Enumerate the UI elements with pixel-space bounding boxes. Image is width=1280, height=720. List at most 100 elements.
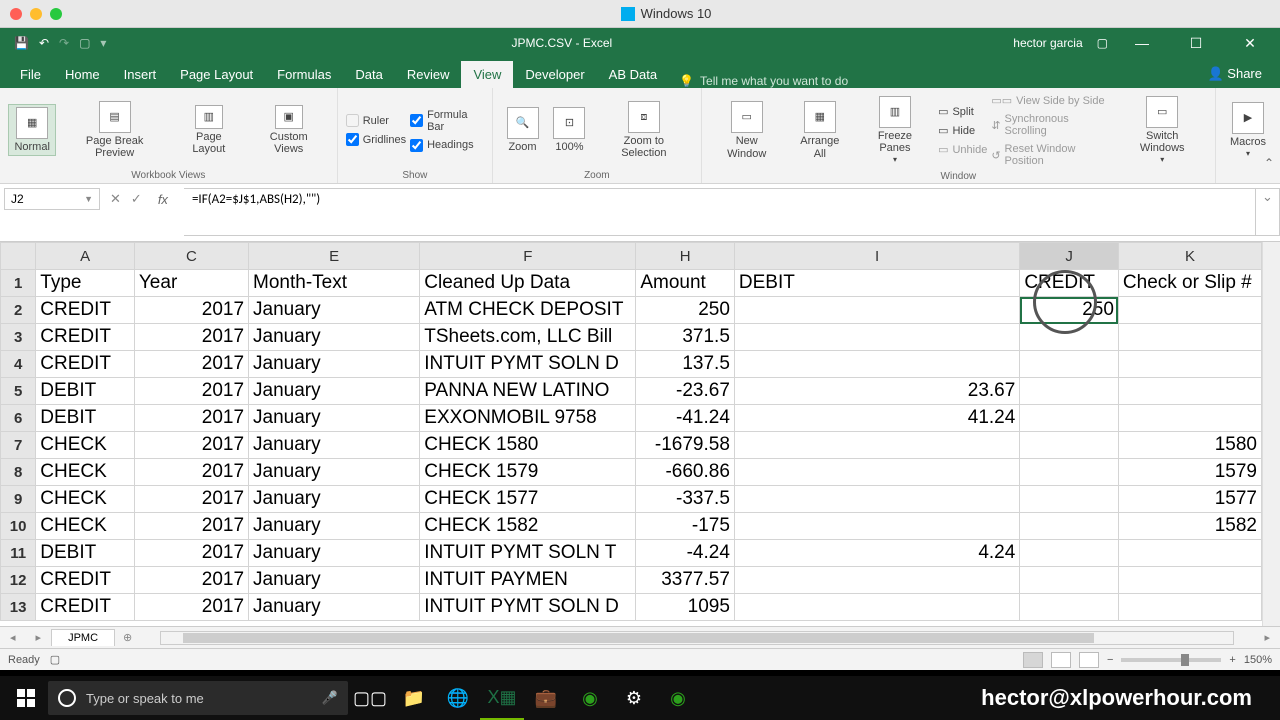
mac-close-button[interactable] [10, 8, 22, 20]
cell-F5[interactable]: PANNA NEW LATINO [420, 378, 636, 405]
select-all-corner[interactable] [1, 243, 36, 270]
cell-I9[interactable] [734, 486, 1019, 513]
cell-A9[interactable]: CHECK [36, 486, 135, 513]
cell-E4[interactable]: January [249, 351, 420, 378]
minimize-button[interactable]: — [1122, 35, 1162, 51]
cell-H1[interactable]: Amount [636, 270, 735, 297]
page-layout-button[interactable]: ▥Page Layout [173, 103, 245, 157]
cell-K1[interactable]: Check or Slip # [1118, 270, 1261, 297]
mac-minimize-button[interactable] [30, 8, 42, 20]
cell-K2[interactable] [1118, 297, 1261, 324]
cell-E6[interactable]: January [249, 405, 420, 432]
app-icon[interactable]: 💼 [524, 676, 568, 720]
row-header-2[interactable]: 2 [1, 297, 36, 324]
row-header-8[interactable]: 8 [1, 459, 36, 486]
cell-H13[interactable]: 1095 [636, 594, 735, 621]
cell-C13[interactable]: 2017 [134, 594, 248, 621]
zoom-level[interactable]: 150% [1244, 654, 1272, 666]
undo-icon[interactable]: ↶ [39, 36, 49, 50]
name-box[interactable]: J2▼ [4, 188, 100, 210]
zoom-in-button[interactable]: + [1229, 654, 1235, 666]
share-button[interactable]: 👤 Share [1198, 60, 1273, 88]
row-header-3[interactable]: 3 [1, 324, 36, 351]
file-explorer-icon[interactable]: 📁 [392, 676, 436, 720]
enter-formula-icon[interactable]: ✓ [131, 191, 142, 207]
qat-more-icon[interactable]: ▾ [100, 36, 106, 50]
fx-icon[interactable]: fx [152, 192, 174, 207]
row-header-1[interactable]: 1 [1, 270, 36, 297]
cell-F10[interactable]: CHECK 1582 [420, 513, 636, 540]
cell-H4[interactable]: 137.5 [636, 351, 735, 378]
cell-H11[interactable]: -4.24 [636, 540, 735, 567]
cell-I2[interactable] [734, 297, 1019, 324]
cell-I8[interactable] [734, 459, 1019, 486]
row-header-9[interactable]: 9 [1, 486, 36, 513]
mic-icon[interactable]: 🎤 [322, 690, 338, 706]
cell-F13[interactable]: INTUIT PYMT SOLN D [420, 594, 636, 621]
mac-maximize-button[interactable] [50, 8, 62, 20]
cell-C4[interactable]: 2017 [134, 351, 248, 378]
zoom-100-button[interactable]: ⊡100% [548, 105, 591, 155]
normal-view-button[interactable]: ▦Normal [8, 104, 56, 156]
cell-A7[interactable]: CHECK [36, 432, 135, 459]
tab-nav-prev[interactable]: ◂ [0, 631, 26, 644]
ribbon-tab-data[interactable]: Data [343, 61, 394, 88]
cell-C5[interactable]: 2017 [134, 378, 248, 405]
zoom-to-selection-button[interactable]: ⧈Zoom to Selection [595, 99, 693, 161]
horizontal-scrollbar[interactable] [160, 631, 1234, 645]
cell-C11[interactable]: 2017 [134, 540, 248, 567]
cell-C12[interactable]: 2017 [134, 567, 248, 594]
cell-A8[interactable]: CHECK [36, 459, 135, 486]
cell-A11[interactable]: DEBIT [36, 540, 135, 567]
cell-K3[interactable] [1118, 324, 1261, 351]
task-view-icon[interactable]: ▢▢ [348, 676, 392, 720]
start-button[interactable] [4, 676, 48, 720]
cell-F12[interactable]: INTUIT PAYMEN [420, 567, 636, 594]
vertical-scrollbar[interactable] [1262, 242, 1280, 626]
formula-input[interactable]: =IF(A2=$J$1,ABS(H2),"") [184, 188, 1256, 236]
ribbon-tab-formulas[interactable]: Formulas [265, 61, 343, 88]
cell-J13[interactable] [1020, 594, 1119, 621]
cell-J5[interactable] [1020, 378, 1119, 405]
ribbon-tab-review[interactable]: Review [395, 61, 462, 88]
ribbon-display-icon[interactable]: ▢ [1097, 36, 1108, 50]
cell-A2[interactable]: CREDIT [36, 297, 135, 324]
cell-H12[interactable]: 3377.57 [636, 567, 735, 594]
cell-K7[interactable]: 1580 [1118, 432, 1261, 459]
hide-button[interactable]: ▭ Hide [938, 122, 987, 139]
ribbon-tab-developer[interactable]: Developer [513, 61, 596, 88]
expand-formula-bar-icon[interactable]: ⌄ [1256, 188, 1280, 236]
page-break-preview-button[interactable]: ▤Page Break Preview [60, 99, 169, 161]
cell-F1[interactable]: Cleaned Up Data [420, 270, 636, 297]
cell-A1[interactable]: Type [36, 270, 135, 297]
zoom-slider[interactable] [1121, 658, 1221, 662]
cell-J3[interactable] [1020, 324, 1119, 351]
cell-A13[interactable]: CREDIT [36, 594, 135, 621]
save-icon[interactable]: 💾 [14, 36, 29, 50]
cell-J6[interactable] [1020, 405, 1119, 432]
zoom-button[interactable]: 🔍Zoom [501, 105, 544, 155]
cell-H8[interactable]: -660.86 [636, 459, 735, 486]
cell-H5[interactable]: -23.67 [636, 378, 735, 405]
row-header-5[interactable]: 5 [1, 378, 36, 405]
normal-view-icon[interactable] [1023, 652, 1043, 668]
chrome-icon[interactable]: 🌐 [436, 676, 480, 720]
cell-E13[interactable]: January [249, 594, 420, 621]
custom-views-button[interactable]: ▣Custom Views [249, 103, 329, 157]
cell-C9[interactable]: 2017 [134, 486, 248, 513]
cell-E1[interactable]: Month-Text [249, 270, 420, 297]
cell-I5[interactable]: 23.67 [734, 378, 1019, 405]
row-header-4[interactable]: 4 [1, 351, 36, 378]
split-button[interactable]: ▭ Split [938, 103, 987, 120]
cell-H2[interactable]: 250 [636, 297, 735, 324]
cell-K9[interactable]: 1577 [1118, 486, 1261, 513]
col-header-F[interactable]: F [420, 243, 636, 270]
cell-E8[interactable]: January [249, 459, 420, 486]
close-button[interactable]: ✕ [1230, 35, 1270, 52]
cell-F3[interactable]: TSheets.com, LLC Bill [420, 324, 636, 351]
ruler-checkbox[interactable]: Ruler [346, 112, 406, 129]
cell-I10[interactable] [734, 513, 1019, 540]
cell-I3[interactable] [734, 324, 1019, 351]
cell-K12[interactable] [1118, 567, 1261, 594]
touch-mode-icon[interactable]: ▢ [79, 36, 90, 50]
